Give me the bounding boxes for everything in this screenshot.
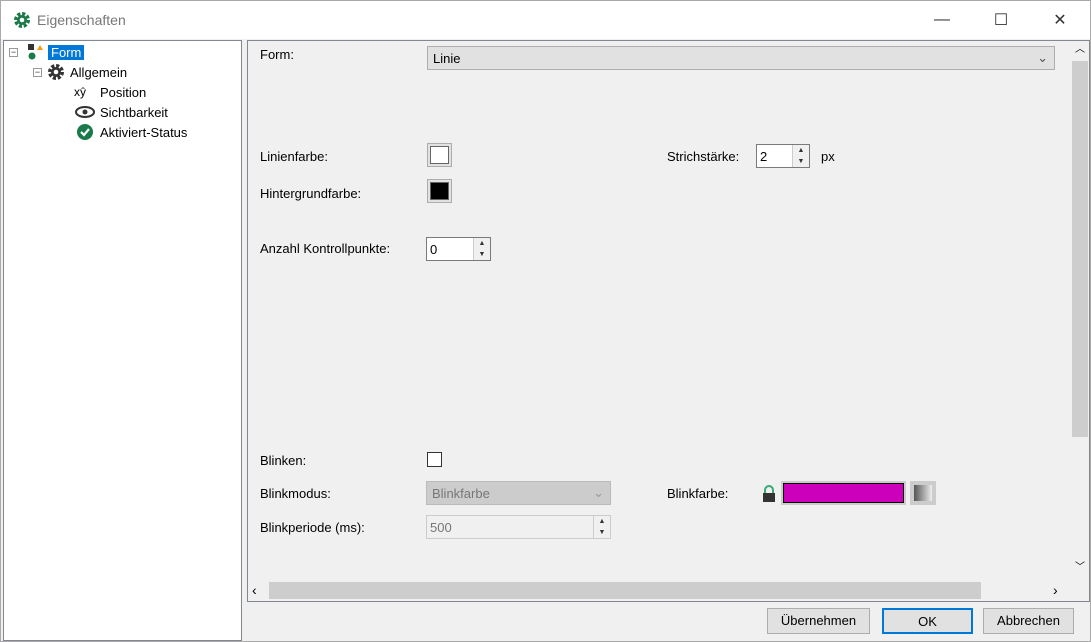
tree-item-position[interactable]: xŷ Position	[74, 83, 146, 101]
tree-item-sichtbarkeit[interactable]: Sichtbarkeit	[74, 103, 168, 121]
blinkfarbe-label: Blinkfarbe:	[667, 486, 729, 501]
blinkperiode-label: Blinkperiode (ms):	[260, 520, 365, 535]
properties-dialog: Eigenschaften — ☐ ✕ − Form − Allgemein x…	[0, 0, 1091, 642]
check-circle-icon	[77, 124, 93, 140]
cancel-button[interactable]: Abbrechen	[983, 608, 1074, 634]
chevron-down-icon: ⌄	[1037, 50, 1048, 65]
collapse-icon[interactable]: −	[33, 67, 42, 77]
strichstaerke-label: Strichstärke:	[667, 149, 740, 164]
form-value: Linie	[433, 51, 461, 66]
scroll-left-icon[interactable]: ‹	[252, 582, 257, 598]
maximize-button[interactable]: ☐	[978, 1, 1024, 39]
blinkmodus-value: Blinkfarbe	[432, 486, 490, 501]
horizontal-scroll-thumb[interactable]	[269, 582, 981, 599]
kontrollpunkte-spinner[interactable]: 0 ▲ ▼	[426, 237, 491, 261]
horizontal-scrollbar[interactable]: ‹ ›	[248, 580, 1071, 601]
collapse-icon[interactable]: −	[9, 47, 18, 57]
tree-label: Position	[100, 84, 147, 100]
tree-label: Aktiviert-Status	[100, 124, 188, 140]
blinkfarbe-swatch[interactable]	[781, 481, 906, 505]
gradient-button[interactable]	[910, 481, 936, 505]
window-title: Eigenschaften	[37, 12, 126, 28]
chevron-down-icon: ⌄	[593, 485, 604, 500]
spin-buttons[interactable]: ▲ ▼	[473, 238, 490, 260]
title-bar: Eigenschaften — ☐ ✕	[1, 1, 1090, 39]
shape-icon	[28, 44, 43, 60]
scroll-right-icon[interactable]: ›	[1053, 582, 1058, 598]
kontrollpunkte-label: Anzahl Kontrollpunkte:	[260, 241, 391, 256]
lock-icon	[763, 485, 775, 502]
blinkmodus-dropdown[interactable]: Blinkfarbe ⌄	[426, 481, 611, 505]
close-button[interactable]: ✕	[1037, 1, 1083, 39]
eye-icon	[75, 106, 95, 118]
vertical-scroll-thumb[interactable]	[1072, 61, 1088, 437]
property-tree: − Form − Allgemein xŷ Position Sichtbark…	[3, 40, 242, 641]
spin-buttons[interactable]: ▲ ▼	[593, 516, 610, 538]
blinken-checkbox[interactable]	[427, 452, 442, 467]
strichstaerke-value: 2	[760, 149, 768, 164]
strichstaerke-spinner[interactable]: 2 ▲ ▼	[756, 144, 810, 168]
linienfarbe-label: Linienfarbe:	[260, 149, 328, 164]
scroll-down-icon[interactable]: ﹀	[1071, 559, 1089, 577]
blinkmodus-label: Blinkmodus:	[260, 486, 331, 501]
tree-item-form[interactable]: − Form	[9, 43, 85, 61]
gear-icon	[14, 12, 30, 28]
apply-button[interactable]: Übernehmen	[767, 608, 870, 634]
properties-panel: Form: Linie ⌄ Linienfarbe: Hintergrundfar…	[247, 40, 1090, 602]
form-dropdown[interactable]: Linie ⌄	[427, 46, 1055, 70]
blinken-label: Blinken:	[260, 453, 307, 468]
strichstaerke-unit: px	[821, 149, 835, 164]
ok-button[interactable]: OK	[882, 608, 973, 634]
vertical-scrollbar[interactable]: ︿ ﹀	[1071, 41, 1089, 579]
scroll-up-icon[interactable]: ︿	[1071, 41, 1089, 59]
tree-item-aktiviert-status[interactable]: Aktiviert-Status	[74, 123, 187, 141]
gear-icon	[48, 64, 64, 80]
tree-label: Allgemein	[70, 64, 128, 80]
blinkperiode-spinner[interactable]: 500 ▲ ▼	[426, 515, 611, 539]
blinkperiode-value: 500	[430, 520, 452, 535]
hintergrundfarbe-label: Hintergrundfarbe:	[260, 186, 362, 201]
tree-item-allgemein[interactable]: − Allgemein	[33, 63, 127, 81]
kontrollpunkte-value: 0	[430, 242, 438, 257]
hintergrundfarbe-swatch[interactable]	[427, 179, 452, 203]
xy-icon: xŷ	[74, 85, 86, 99]
tree-label: Form	[48, 44, 85, 60]
minimize-button[interactable]: —	[919, 1, 965, 39]
linienfarbe-swatch[interactable]	[427, 143, 452, 167]
spin-buttons[interactable]: ▲ ▼	[792, 145, 809, 167]
form-label: Form:	[260, 47, 294, 62]
tree-label: Sichtbarkeit	[100, 104, 168, 120]
